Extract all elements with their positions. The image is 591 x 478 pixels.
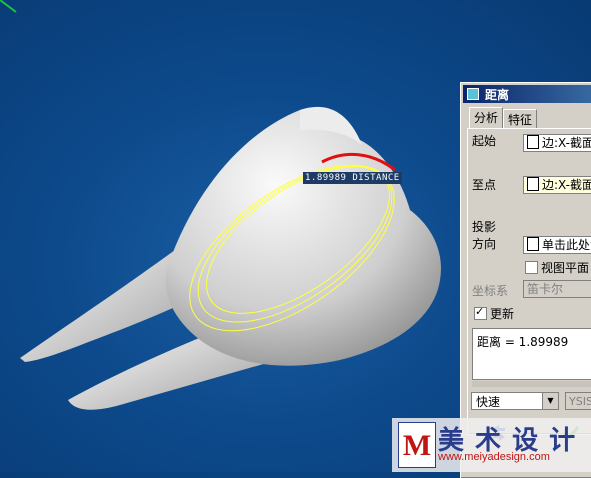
svg-text:M: M	[403, 429, 431, 462]
from-field[interactable]: 边:X-截面	[523, 134, 591, 152]
update-checkbox[interactable]	[474, 305, 487, 320]
selector-indicator	[527, 237, 539, 251]
second-select[interactable]: YSIS	[565, 392, 591, 410]
watermark-logo: M	[398, 422, 436, 468]
dialog-titlebar[interactable]: 距离	[463, 85, 591, 103]
view-plane-checkbox[interactable]	[525, 261, 538, 274]
projection-label: 投影	[472, 220, 497, 234]
result-text: 距离 = 1.89989	[477, 335, 569, 349]
update-label: 更新	[490, 307, 515, 321]
combo-dropdown-icon[interactable]: ▼	[542, 393, 558, 409]
to-field-value: 边:X-截面	[542, 178, 591, 192]
to-field[interactable]: 边:X-截面	[523, 176, 591, 194]
tab-analysis[interactable]: 分析	[469, 107, 504, 129]
from-label: 起始	[472, 134, 497, 148]
view-plane-label: 视图平面	[541, 261, 590, 275]
from-field-value: 边:X-截面	[542, 136, 591, 150]
mode-select[interactable]: 快速 ▼	[471, 392, 559, 410]
coord-sys-label: 坐标系	[472, 284, 509, 298]
result-box: 距离 = 1.89989	[472, 328, 591, 380]
distance-annotation: 1.89989 DISTANCE	[303, 172, 402, 184]
to-label: 至点	[472, 178, 497, 192]
result-scrollbar[interactable]	[472, 381, 591, 387]
dialog-tabs: 分析 特征	[469, 107, 538, 129]
window-icon	[467, 88, 479, 100]
selector-indicator	[527, 135, 539, 149]
projection-field[interactable]: 单击此处添	[523, 236, 591, 254]
watermark-url: www.meiyadesign.com	[438, 451, 550, 463]
selector-indicator	[527, 177, 539, 191]
tooth-crown	[165, 107, 441, 366]
watermark: M 美 术 设 计 www.meiyadesign.com	[392, 418, 591, 472]
direction-label: 方向	[472, 237, 497, 251]
mode-select-value: 快速	[476, 395, 501, 409]
axis-marker	[0, 0, 17, 13]
dialog-title: 距离	[485, 87, 510, 102]
tab-feature[interactable]: 特征	[503, 109, 538, 129]
projection-field-value: 单击此处添	[542, 238, 591, 252]
coord-sys-select[interactable]: 笛卡尔	[523, 280, 591, 298]
